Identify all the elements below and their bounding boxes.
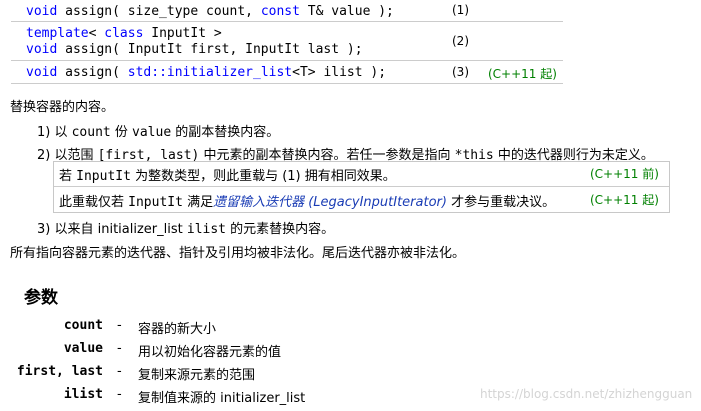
param-dash: - — [117, 387, 122, 402]
note-2-mid: 满足 — [182, 195, 214, 210]
item-3-code: ilist — [186, 222, 227, 237]
decl-2-line-1: template< class InputIt > — [26, 26, 222, 41]
note-divider — [54, 186, 669, 187]
param-desc: 复制来源元素的范围 — [138, 368, 256, 383]
decl-3-token: void — [26, 65, 58, 80]
decl-3-since-badge: (C++11 起) — [488, 67, 557, 81]
decl-2-token: class — [104, 26, 144, 41]
decl-1: void assign( size_type count, const T& v… — [26, 4, 394, 19]
decl-divider — [11, 83, 563, 84]
note-2-suffix: 才参与重载决议。 — [446, 195, 556, 210]
decl-1-token: void — [26, 4, 58, 19]
decl-2-token: assign( InputIt first, InputIt last ); — [57, 42, 363, 57]
decl-3-number: (3) — [452, 65, 469, 79]
param-desc: 用以初始化容器元素的值 — [138, 345, 282, 360]
decl-3-token: std::initializer_list — [127, 65, 293, 80]
decl-3-token: assign( — [57, 65, 128, 80]
decl-1-token: const — [260, 4, 300, 19]
param-dash: - — [117, 364, 122, 379]
decl-1-token: assign( size_type count, — [57, 4, 261, 19]
note-1-prefix: 若 — [59, 169, 77, 184]
note-1-suffix: 为整数类型，则此重载与 (1) 拥有相同效果。 — [130, 169, 396, 184]
item-1-code: value — [132, 125, 172, 140]
version-notes-box: 若 InputIt 为整数类型，则此重载与 (1) 拥有相同效果。 (C++11… — [53, 161, 670, 213]
decl-2-token: < — [88, 26, 105, 41]
note-row-1: 若 InputIt 为整数类型，则此重载与 (1) 拥有相同效果。 (C++11… — [54, 165, 669, 185]
item-3-suffix: 的元素替换内容。 — [226, 222, 335, 237]
decl-3: void assign( std::initializer_list<T> il… — [26, 65, 386, 80]
decl-3-token: <T> ilist ); — [292, 65, 387, 80]
param-dash: - — [117, 341, 122, 356]
param-desc: 容器的新大小 — [138, 322, 217, 337]
decl-2-token: template — [26, 26, 89, 41]
param-desc: 复制值来源的 initializer_list — [138, 391, 306, 406]
item-1-prefix: 1) 以 — [37, 125, 72, 140]
decl-2-line-2: void assign( InputIt first, InputIt last… — [26, 42, 363, 57]
invalidation-text: 所有指向容器元素的迭代器、指针及引用均被非法化。尾后迭代器亦被非法化。 — [10, 246, 466, 261]
item-1: 1) 以 count 份 value 的副本替换内容。 — [37, 121, 279, 140]
item-1-code: count — [71, 125, 111, 140]
decl-2-token: InputIt > — [143, 26, 222, 41]
item-3: 3) 以来自 initializer_list ilist 的元素替换内容。 — [37, 218, 334, 237]
note-1-code: InputIt — [76, 169, 131, 184]
decl-divider — [11, 60, 563, 61]
note-2-since-badge: (C++11 起) — [590, 193, 659, 207]
params-heading: 参数 — [24, 288, 58, 308]
legacy-input-iterator-link[interactable]: 遗留输入迭代器 (LegacyInputIterator) — [213, 195, 447, 210]
note-2-code: InputIt — [128, 195, 183, 210]
note-2-prefix: 此重载仅若 — [59, 195, 129, 210]
note-1-text: 若 InputIt 为整数类型，则此重载与 (1) 拥有相同效果。 — [59, 165, 396, 184]
note-1-since-badge: (C++11 前) — [590, 167, 659, 181]
param-name: count — [63, 318, 103, 333]
item-3-prefix: 3) 以来自 initializer_list — [37, 222, 187, 237]
watermark: https://blog.csdn.net/zhizhengguan — [480, 387, 693, 401]
note-2-text: 此重载仅若 InputIt 满足遗留输入迭代器 (LegacyInputIter… — [59, 191, 555, 210]
param-name: ilist — [63, 387, 103, 402]
decl-2-number: (2) — [452, 34, 469, 48]
param-name: first, last — [16, 364, 103, 379]
param-dash: - — [117, 318, 122, 333]
decl-1-number: (1) — [452, 3, 469, 17]
item-1-mid: 份 — [110, 125, 133, 140]
decl-1-token: T& value ); — [299, 4, 394, 19]
param-name: value — [63, 341, 103, 356]
decl-divider — [11, 21, 563, 22]
note-row-2: 此重载仅若 InputIt 满足遗留输入迭代器 (LegacyInputIter… — [54, 191, 669, 211]
intro-text: 替换容器的内容。 — [10, 100, 115, 115]
item-1-suffix: 的副本替换内容。 — [171, 125, 280, 140]
decl-2-token: void — [26, 42, 58, 57]
